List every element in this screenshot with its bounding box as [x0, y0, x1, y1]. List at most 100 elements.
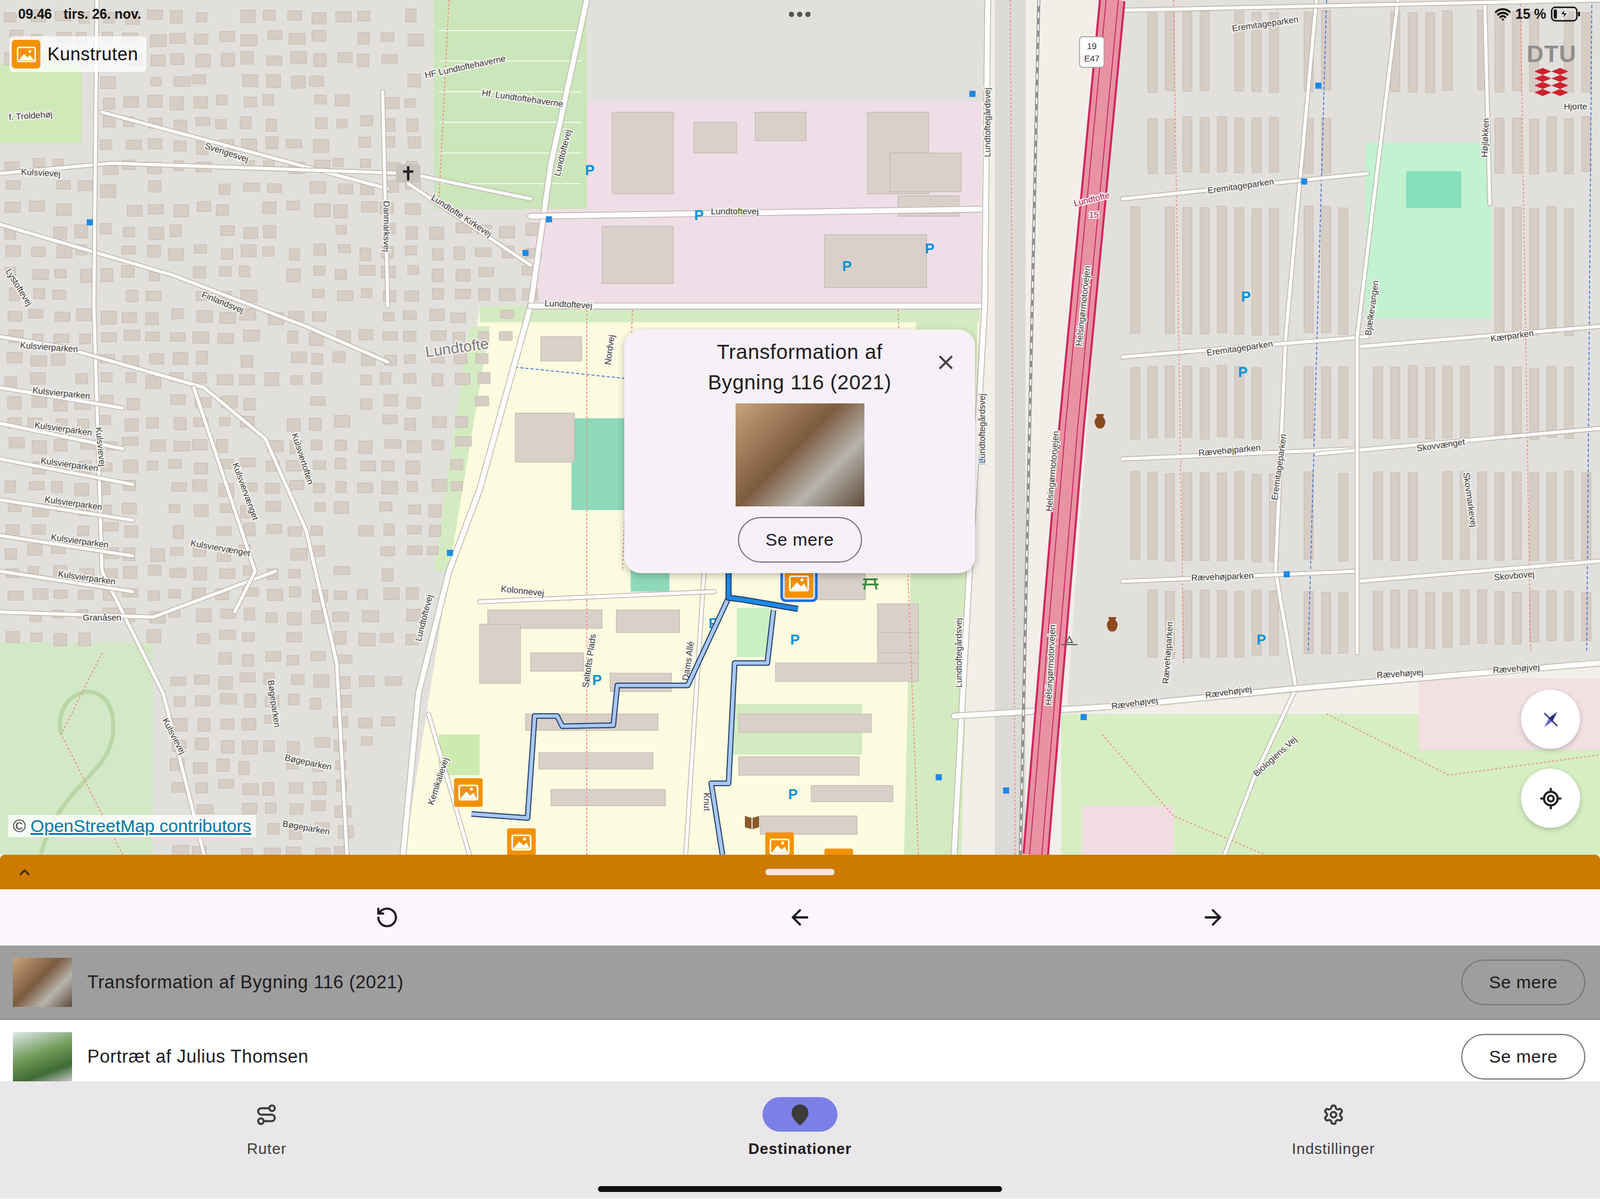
building	[429, 525, 441, 538]
building	[169, 33, 186, 44]
sheet-handle-bar[interactable]	[0, 855, 1600, 890]
building	[125, 372, 137, 383]
building	[239, 458, 256, 468]
building	[311, 610, 324, 625]
artwork-pin[interactable]	[765, 832, 795, 856]
building	[1338, 366, 1349, 439]
building	[219, 312, 236, 324]
cycle-path	[1308, 0, 1327, 654]
building	[811, 785, 893, 803]
multitask-dots-icon[interactable]	[788, 11, 811, 17]
map-label: Finlandsvej	[200, 289, 246, 316]
building	[612, 112, 674, 194]
building	[196, 609, 212, 622]
bus-stop-icon	[1003, 787, 1010, 794]
building	[407, 265, 419, 275]
building	[816, 571, 866, 601]
building	[530, 653, 584, 672]
building	[1407, 366, 1418, 438]
building	[455, 436, 472, 447]
building	[216, 94, 228, 105]
building	[310, 439, 322, 451]
drag-handle[interactable]	[765, 869, 835, 876]
building	[357, 11, 371, 22]
route[interactable]	[471, 563, 799, 856]
building	[1200, 117, 1210, 173]
building	[194, 244, 207, 254]
chevron-up-icon[interactable]	[16, 864, 33, 881]
previous-button[interactable]	[778, 896, 822, 939]
building	[407, 397, 421, 409]
building	[1252, 209, 1262, 336]
close-button[interactable]	[932, 349, 959, 376]
bottom-sheet: Transformation af Bygning 116 (2021)Se m…	[0, 855, 1600, 1199]
building	[170, 677, 186, 686]
building	[1373, 472, 1383, 560]
map-label: Kulsvierparken	[19, 340, 79, 355]
home-indicator[interactable]	[597, 1186, 1003, 1193]
building	[1546, 473, 1557, 562]
building	[310, 373, 322, 385]
building	[169, 97, 184, 111]
building	[1425, 367, 1435, 440]
building	[241, 718, 256, 731]
building	[288, 693, 300, 706]
artwork-pin[interactable]	[507, 828, 536, 856]
see-more-button[interactable]: Se mere	[1461, 1034, 1586, 1080]
building	[170, 332, 186, 342]
map-label: Rævehøjvej	[1204, 683, 1253, 700]
destination-row[interactable]: Portræt af Julius ThomsenSe mere	[0, 1020, 1600, 1082]
destination-row[interactable]: Transformation af Bygning 116 (2021)Se m…	[0, 945, 1600, 1021]
building	[263, 740, 275, 752]
artwork-pin[interactable]	[453, 778, 483, 808]
building	[1581, 473, 1592, 562]
building	[1495, 118, 1505, 174]
compass-button[interactable]	[1520, 689, 1581, 750]
next-button[interactable]	[1191, 896, 1234, 939]
building	[146, 9, 163, 20]
bus-stop-icon	[86, 219, 93, 226]
battery-icon	[1550, 6, 1582, 22]
building	[197, 718, 211, 732]
building	[263, 225, 276, 239]
building	[242, 654, 254, 667]
attribution-link[interactable]: OpenStreetMap contributors	[30, 816, 252, 837]
building	[172, 845, 189, 856]
building	[241, 244, 257, 258]
building	[474, 396, 489, 407]
building	[238, 761, 250, 775]
building	[243, 784, 259, 796]
building	[334, 269, 347, 280]
building	[174, 417, 187, 430]
building	[267, 183, 282, 193]
nav-item[interactable]: Indstillinger	[1066, 1097, 1600, 1159]
map-label: Lundtoftegårdsvej	[982, 87, 993, 158]
nav-item[interactable]: Ruter	[0, 1097, 534, 1159]
building	[1269, 208, 1279, 335]
app-icon	[11, 39, 41, 69]
building	[147, 245, 161, 258]
building	[381, 717, 395, 727]
see-more-button[interactable]: Se mere	[1461, 959, 1586, 1006]
restart-button[interactable]	[366, 896, 409, 939]
building	[1512, 592, 1522, 645]
building	[1529, 472, 1540, 561]
footpath	[438, 0, 449, 204]
nav-item[interactable]: Destinationer	[533, 1097, 1068, 1159]
building	[407, 525, 422, 535]
see-more-button[interactable]: Se mere	[737, 517, 863, 563]
artwork-pin[interactable]	[824, 849, 854, 856]
map-area[interactable]: 19E47PPPPPPPPPPPSverigesvejKulsvievejDan…	[0, 0, 1600, 856]
building	[1200, 207, 1210, 335]
building	[5, 631, 20, 644]
building	[334, 591, 347, 600]
locate-button[interactable]	[1520, 768, 1581, 829]
building	[455, 269, 471, 282]
building	[360, 398, 372, 410]
building	[150, 77, 162, 87]
building	[406, 587, 419, 600]
campus-area	[404, 306, 980, 856]
building	[29, 481, 44, 490]
building	[124, 330, 141, 341]
map-label: Rævehøjparken	[1160, 621, 1175, 685]
